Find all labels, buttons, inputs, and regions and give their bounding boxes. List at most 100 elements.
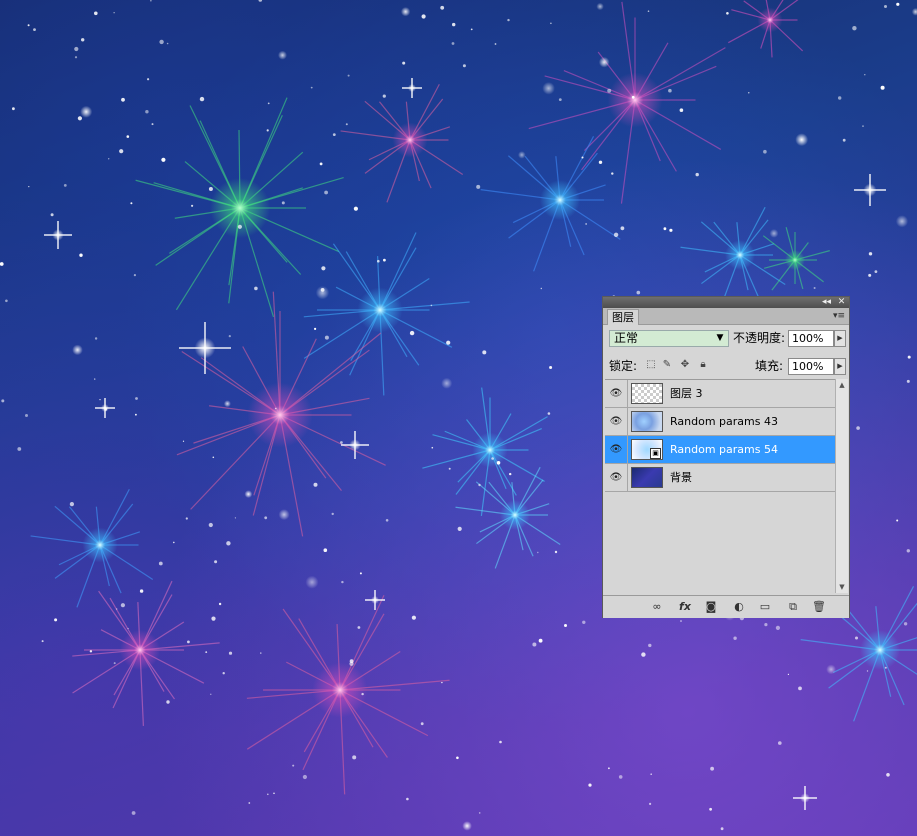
- opacity-arrow-icon[interactable]: ▶: [834, 330, 846, 347]
- layer-name: 图层 3: [670, 387, 703, 400]
- new-layer-icon[interactable]: ⧉: [785, 600, 801, 614]
- star-dot: [476, 184, 481, 189]
- star-dot: [668, 88, 672, 93]
- layer-row-random-params-43[interactable]: 👁︎ Random params 43: [605, 408, 835, 436]
- layer-list-scrollbar[interactable]: ▲ ▼: [835, 379, 848, 593]
- star-dot: [319, 162, 323, 166]
- star-dot: [884, 666, 887, 669]
- star-dot: [340, 441, 343, 444]
- star-dot: [0, 262, 4, 266]
- star-dot: [400, 7, 411, 17]
- lock-transparent-icon[interactable]: ⬚: [645, 359, 657, 371]
- sparkle-star: [854, 174, 886, 206]
- star-dot: [158, 561, 163, 566]
- star-dot: [710, 766, 714, 771]
- folder-icon[interactable]: ▭: [757, 600, 773, 614]
- star-dot: [349, 661, 354, 666]
- star-dot: [406, 797, 409, 801]
- star-dot: [558, 98, 562, 101]
- star-dot: [126, 135, 130, 138]
- star-dot: [764, 623, 768, 627]
- mask-icon[interactable]: ◙: [703, 600, 719, 614]
- star-dot: [54, 618, 58, 622]
- star-dot: [838, 96, 842, 100]
- scroll-down-icon[interactable]: ▼: [836, 581, 848, 593]
- opacity-field[interactable]: 100%: [788, 330, 834, 347]
- eye-icon[interactable]: 👁︎: [605, 436, 628, 463]
- layer-name: Random params 43: [670, 415, 778, 428]
- star-dot: [778, 741, 782, 745]
- panel-menu-icon[interactable]: ▾≡: [832, 310, 846, 322]
- chevron-down-icon[interactable]: ▼: [712, 331, 728, 346]
- eye-icon[interactable]: 👁︎: [605, 408, 628, 435]
- layer-row-random-params-54[interactable]: 👁︎ ▣ Random params 54: [605, 436, 835, 464]
- star-dot: [150, 0, 152, 2]
- layer-name: Random params 54: [670, 443, 778, 456]
- link-icon[interactable]: ∞: [649, 600, 665, 614]
- star-dot: [457, 526, 462, 532]
- collapse-icon[interactable]: ◂◂: [821, 297, 832, 308]
- eye-icon[interactable]: 👁︎: [605, 380, 628, 407]
- star-dot: [618, 775, 623, 779]
- star-dot: [896, 519, 899, 522]
- star-dot: [856, 426, 860, 430]
- star-dot: [669, 228, 673, 232]
- star-dot: [383, 258, 386, 262]
- star-dot: [199, 96, 205, 102]
- lock-move-icon[interactable]: ✥: [679, 359, 691, 371]
- star-dot: [331, 512, 334, 516]
- star-dot: [27, 24, 30, 27]
- star-dot: [864, 74, 866, 76]
- fill-field[interactable]: 100%: [788, 358, 834, 375]
- fx-icon[interactable]: fx: [677, 600, 693, 614]
- star-dot: [582, 620, 586, 624]
- star-dot: [679, 108, 684, 112]
- blend-mode-select[interactable]: 正常 ▼: [609, 330, 729, 347]
- star-dot: [69, 502, 74, 507]
- star-dot: [323, 548, 328, 552]
- star-dot: [99, 399, 101, 401]
- star-dot: [421, 14, 426, 19]
- star-dot: [641, 652, 646, 657]
- star-burst: [303, 232, 470, 396]
- layer-thumbnail: [631, 411, 663, 432]
- star-dot: [151, 123, 154, 126]
- trash-icon[interactable]: 🗑︎: [811, 600, 827, 614]
- fill-arrow-icon[interactable]: ▶: [834, 358, 846, 375]
- star-dot: [441, 681, 443, 684]
- star-dot: [353, 206, 358, 211]
- scroll-up-icon[interactable]: ▲: [836, 379, 848, 391]
- layer-row-layer3[interactable]: 👁︎ 图层 3: [605, 380, 835, 408]
- star-dot: [352, 755, 357, 760]
- layer-row-background[interactable]: 👁︎ 背景: [605, 464, 835, 492]
- lock-paint-icon[interactable]: ✎: [661, 359, 673, 371]
- lock-fill-row: 锁定: ⬚ ✎ ✥ 🔒︎ 填充: 100% ▶: [603, 355, 849, 379]
- star-dot: [214, 560, 218, 564]
- star-dot: [121, 97, 125, 102]
- star-dot: [884, 5, 887, 8]
- star-dot: [607, 88, 612, 93]
- star-dot: [345, 123, 348, 126]
- lock-all-icon[interactable]: 🔒︎: [697, 359, 709, 371]
- star-dot: [347, 74, 350, 77]
- star-dot: [874, 270, 878, 273]
- star-dot: [748, 92, 750, 94]
- star-dot: [119, 149, 124, 154]
- star-dot: [341, 580, 344, 584]
- star-dot: [223, 400, 231, 408]
- panel-titlebar[interactable]: ◂◂ ✕: [603, 297, 849, 308]
- adjustment-icon[interactable]: ◐: [731, 600, 747, 614]
- star-dot: [324, 190, 328, 195]
- star-dot: [292, 764, 295, 767]
- star-dot: [182, 440, 185, 442]
- eye-icon[interactable]: 👁︎: [605, 464, 628, 491]
- close-icon[interactable]: ✕: [836, 297, 847, 308]
- star-dot: [332, 133, 336, 137]
- star-dot: [763, 149, 767, 154]
- tab-layers[interactable]: 图层: [607, 309, 639, 325]
- star-dot: [482, 350, 487, 355]
- star-dot: [446, 340, 451, 345]
- star-dot: [441, 377, 453, 389]
- star-dot: [598, 56, 610, 68]
- star-dot: [769, 229, 779, 238]
